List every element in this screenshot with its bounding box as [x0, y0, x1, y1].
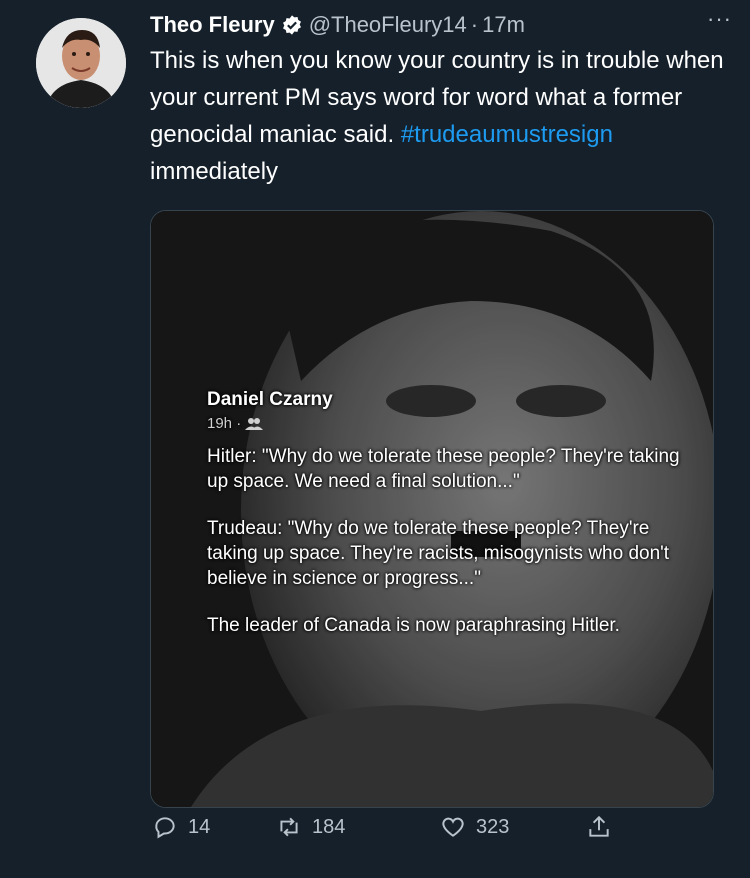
action-bar: 14 184 323 — [150, 814, 630, 850]
like-button[interactable]: 323 — [440, 814, 509, 840]
tweet-header: Theo Fleury @TheoFleury14 · 17m — [150, 8, 730, 42]
tweet-text-tail: immediately — [150, 158, 279, 185]
author-handle[interactable]: @TheoFleury14 — [309, 12, 467, 38]
media-card[interactable]: Daniel Czarny 19h · Hitler: "Why do we t… — [150, 210, 714, 808]
share-button[interactable] — [586, 814, 622, 840]
embedded-post-paragraph: The leader of Canada is now paraphrasing… — [207, 615, 620, 636]
retweet-button[interactable]: 184 — [276, 814, 345, 840]
embedded-post-author: Daniel Czarny — [207, 389, 333, 410]
reply-count: 14 — [188, 815, 211, 838]
reply-button[interactable]: 14 — [152, 814, 210, 840]
author-name[interactable]: Theo Fleury — [150, 12, 275, 38]
more-options-icon[interactable]: ··· — [707, 6, 732, 32]
embedded-post-paragraph: Hitler: "Why do we tolerate these people… — [207, 446, 680, 492]
retweet-count: 184 — [312, 815, 346, 838]
verified-badge-icon — [282, 15, 301, 35]
embedded-post-time: 19h · — [207, 415, 242, 432]
avatar[interactable] — [36, 18, 126, 108]
share-icon — [589, 815, 609, 837]
embedded-post: Daniel Czarny 19h · Hitler: "Why do we t… — [207, 389, 697, 660]
friends-icon — [245, 417, 264, 430]
hashtag-link[interactable]: #trudeaumustresign — [401, 121, 613, 148]
retweet-icon — [280, 817, 298, 837]
like-count: 323 — [476, 815, 510, 838]
tweet-text: This is when you know your country is in… — [150, 42, 730, 190]
timestamp[interactable]: 17m — [482, 12, 525, 38]
embedded-post-paragraph: Trudeau: "Why do we tolerate these peopl… — [207, 518, 670, 589]
separator-dot: · — [470, 12, 479, 37]
embedded-post-text: Hitler: "Why do we tolerate these people… — [207, 444, 697, 638]
reply-icon — [155, 817, 175, 839]
heart-icon — [442, 817, 464, 837]
embedded-post-meta: 19h · — [207, 415, 697, 432]
